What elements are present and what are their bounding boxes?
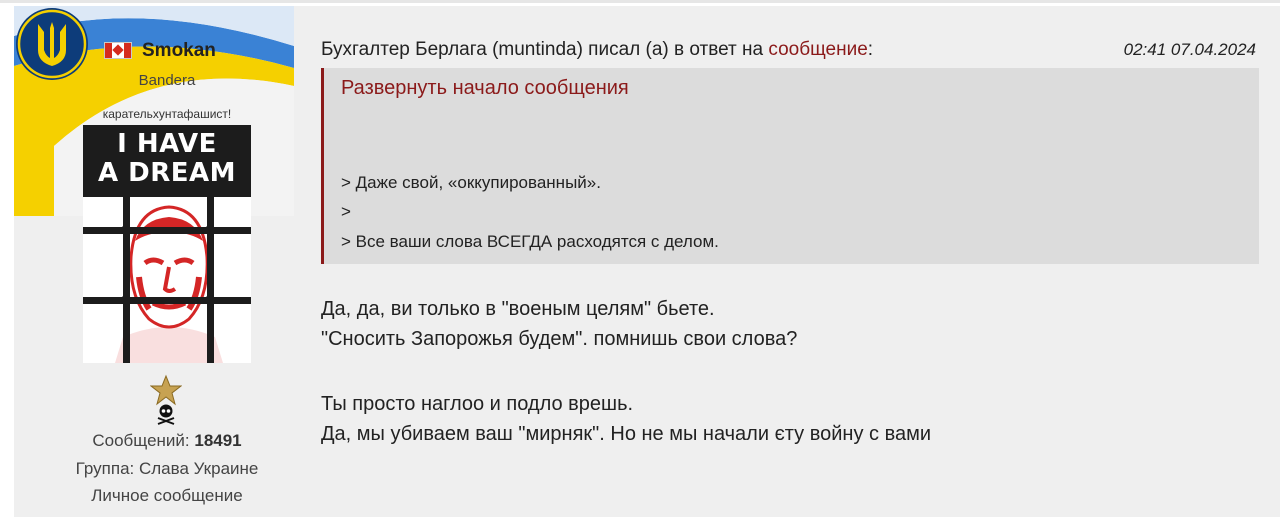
username[interactable]: Smokan — [142, 40, 216, 62]
expand-quote-link[interactable]: Развернуть начало сообщения — [341, 77, 629, 100]
top-divider — [0, 0, 1280, 3]
user-panel: Smokan Bandera карательхунтафашист! I HA… — [14, 6, 294, 517]
message-count-value: 18491 — [194, 431, 242, 450]
quote-line: > Все ваши слова ВСЕГДА расходятся с дел… — [341, 232, 719, 251]
message-count: Сообщений: 18491 — [14, 431, 320, 451]
user-title: Bandera — [138, 72, 196, 89]
user-motto: карательхунтафашист! — [102, 107, 232, 121]
post-body-line: Да, мы убиваем ваш "мирняк". Но не мы на… — [321, 423, 932, 445]
avatar-text-line-2: A DREAM — [97, 158, 237, 188]
post-body-line: "Сносить Запорожья будем". помнишь свои … — [321, 328, 798, 350]
skull-icon — [157, 404, 175, 425]
post-body-line: Да, да, ви только в "военым целям" бьете… — [321, 298, 715, 320]
post-header-colon: : — [867, 39, 874, 60]
post-header: Бухгалтер Берлага (muntinda) писал (а) в… — [321, 39, 873, 61]
avatar[interactable]: I HAVE A DREAM — [83, 125, 251, 363]
trident-emblem-icon — [16, 8, 88, 80]
forum-post: Smokan Bandera карательхунтафашист! I HA… — [14, 6, 1280, 517]
user-group: Группа: Слава Украине — [75, 459, 259, 478]
canada-flag-icon — [104, 42, 132, 59]
private-message-link[interactable]: Личное сообщение — [91, 486, 242, 505]
reply-to-message-link[interactable]: сообщение — [768, 39, 867, 60]
post-body-line: Ты просто наглоо и подло врешь. — [321, 393, 634, 415]
avatar-portrait — [83, 197, 251, 363]
star-icon — [150, 374, 182, 406]
post-header-text: Бухгалтер Берлага (muntinda) писал (а) в… — [321, 39, 769, 60]
quote-block: Развернуть начало сообщения > Даже свой,… — [321, 68, 1259, 264]
quote-line: > Даже свой, «оккупированный». — [341, 173, 601, 192]
message-count-label: Сообщений: — [92, 431, 190, 450]
post-date: 02:41 07.04.2024 — [1123, 40, 1256, 59]
quote-line: > — [341, 202, 351, 221]
avatar-text-line-1: I HAVE — [117, 129, 217, 159]
